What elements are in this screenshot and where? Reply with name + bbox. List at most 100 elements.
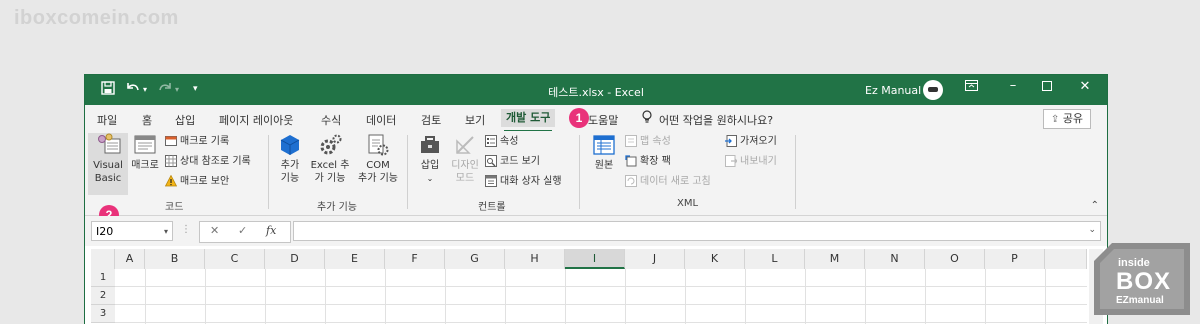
visual-basic-icon xyxy=(96,133,121,157)
column-header-selected[interactable]: I xyxy=(565,249,625,269)
addins-label-1: 추가 xyxy=(280,160,300,171)
xml-source-label: 원본 xyxy=(594,160,614,171)
group-separator xyxy=(268,135,269,209)
cell-row[interactable] xyxy=(115,269,1087,287)
chevron-down-icon[interactable]: ▾ xyxy=(164,222,168,242)
com-addins-label-1: COM xyxy=(366,160,390,171)
column-header[interactable]: A xyxy=(115,249,145,269)
expand-formula-icon[interactable]: ⌄ xyxy=(1088,225,1096,235)
export-icon xyxy=(725,155,738,167)
map-properties-button[interactable]: 맵 속성 xyxy=(625,135,671,149)
title-bar: ▾ ▾ ▾ 테스트.xlsx - Excel Ez Manual – ✕ xyxy=(85,75,1107,105)
expansion-packs-button[interactable]: 확장 팩 xyxy=(625,155,671,169)
ribbon-developer: Visual Basic 매크로 매크로 기록 상대 참조로 기록 매크로 보안… xyxy=(85,131,1107,225)
design-mode-icon xyxy=(453,133,477,157)
tab-home[interactable]: 홈 xyxy=(142,112,152,128)
properties-button[interactable]: 속성 xyxy=(485,135,518,149)
grid-line xyxy=(445,269,446,324)
column-header[interactable]: C xyxy=(205,249,265,269)
enter-icon[interactable]: ✓ xyxy=(238,224,247,237)
name-box[interactable]: I20 ▾ xyxy=(91,221,173,241)
column-header[interactable]: K xyxy=(685,249,745,269)
cancel-icon[interactable]: ✕ xyxy=(210,224,219,237)
design-mode-label-2: 모드 xyxy=(455,173,475,184)
insert-control-button[interactable]: 삽입 ⌄ xyxy=(415,133,445,185)
cell-row[interactable] xyxy=(115,305,1087,323)
ribbon-tabs: 파일 홈 삽입 페이지 레이아웃 수식 데이터 검토 보기 개발 도구 도움말 … xyxy=(85,105,1107,132)
column-header[interactable]: J xyxy=(625,249,685,269)
ribbon-display-icon[interactable] xyxy=(961,80,981,95)
row-header[interactable]: 1 xyxy=(91,269,115,287)
addins-label-2: 기능 xyxy=(280,173,300,184)
column-header[interactable]: F xyxy=(385,249,445,269)
avatar[interactable] xyxy=(923,80,943,100)
insert-function-icon[interactable]: fx xyxy=(266,224,276,237)
com-addins-label-2: 추가 기능 xyxy=(358,173,398,184)
grid-line xyxy=(625,269,626,324)
record-macro-icon xyxy=(165,135,177,147)
visual-basic-button[interactable]: Visual Basic xyxy=(88,133,128,195)
column-header[interactable]: B xyxy=(145,249,205,269)
column-header[interactable]: D xyxy=(265,249,325,269)
design-mode-button[interactable]: 디자인 모드 xyxy=(449,133,481,185)
column-header[interactable]: O xyxy=(925,249,985,269)
record-macro-button[interactable]: 매크로 기록 xyxy=(165,135,229,149)
tab-file[interactable]: 파일 xyxy=(97,112,117,128)
record-macro-label: 매크로 기록 xyxy=(180,136,230,147)
grid-line xyxy=(925,269,926,324)
column-header[interactable]: M xyxy=(805,249,865,269)
column-header[interactable]: L xyxy=(745,249,805,269)
macros-icon xyxy=(133,133,157,157)
step-marker-1: 1 xyxy=(569,108,589,128)
tab-insert[interactable]: 삽입 xyxy=(175,112,195,128)
user-name[interactable]: Ez Manual xyxy=(865,84,921,97)
column-header[interactable]: G xyxy=(445,249,505,269)
run-dialog-button[interactable]: 대화 상자 실행 xyxy=(485,175,562,189)
tab-help[interactable]: 도움말 xyxy=(588,112,618,128)
addins-button[interactable]: 추가 기능 xyxy=(275,133,305,185)
macros-button[interactable]: 매크로 xyxy=(128,133,162,172)
excel-addins-button[interactable]: Excel 추 가 기능 xyxy=(309,133,351,185)
worksheet-grid[interactable]: A B C D E F G H I J K L M N O P 1 2 3 xyxy=(85,247,1107,324)
column-header[interactable]: E xyxy=(325,249,385,269)
column-header[interactable]: N xyxy=(865,249,925,269)
column-header-partial[interactable] xyxy=(1045,249,1087,269)
export-button[interactable]: 내보내기 xyxy=(725,155,777,169)
minimize-icon[interactable]: – xyxy=(1003,78,1023,93)
import-icon xyxy=(725,135,737,147)
refresh-data-button[interactable]: 데이터 새로 고침 xyxy=(625,175,711,189)
import-button[interactable]: 가져오기 xyxy=(725,135,777,149)
grid-line xyxy=(685,269,686,324)
cell-row[interactable] xyxy=(115,287,1087,305)
toolbox-icon xyxy=(418,133,442,157)
xml-source-button[interactable]: 원본 xyxy=(589,133,619,172)
more-options-icon[interactable]: ⋮ xyxy=(181,224,191,235)
close-icon[interactable]: ✕ xyxy=(1075,79,1095,94)
maximize-icon[interactable] xyxy=(1037,80,1057,95)
row-header[interactable]: 2 xyxy=(91,287,115,305)
collapse-ribbon-icon[interactable]: ⌃ xyxy=(1091,200,1099,211)
view-code-button[interactable]: 코드 보기 xyxy=(485,155,540,169)
select-all-corner[interactable] xyxy=(91,249,115,269)
grid-line xyxy=(1045,269,1046,324)
insert-control-label: 삽입 xyxy=(420,160,440,171)
column-header[interactable]: H xyxy=(505,249,565,269)
macro-security-button[interactable]: 매크로 보안 xyxy=(164,174,229,189)
name-box-value: I20 xyxy=(96,225,114,238)
share-button[interactable]: ⇪ 공유 xyxy=(1043,109,1091,129)
formula-input[interactable]: ⌄ xyxy=(293,221,1101,241)
addins-icon xyxy=(278,133,302,157)
tab-formulas[interactable]: 수식 xyxy=(321,112,341,128)
lightbulb-icon xyxy=(641,110,653,127)
grid-line xyxy=(985,269,986,324)
tab-data[interactable]: 데이터 xyxy=(366,112,396,128)
tab-review[interactable]: 검토 xyxy=(421,112,441,128)
tab-page-layout[interactable]: 페이지 레이아웃 xyxy=(219,112,293,128)
row-header[interactable]: 3 xyxy=(91,305,115,323)
tell-me-search[interactable]: 어떤 작업을 원하시나요? xyxy=(659,112,773,128)
tab-view[interactable]: 보기 xyxy=(465,112,485,128)
com-addins-button[interactable]: COM 추가 기능 xyxy=(353,133,403,185)
tab-developer[interactable]: 개발 도구 xyxy=(501,109,556,132)
column-header[interactable]: P xyxy=(985,249,1045,269)
relative-reference-button[interactable]: 상대 참조로 기록 xyxy=(165,155,251,169)
